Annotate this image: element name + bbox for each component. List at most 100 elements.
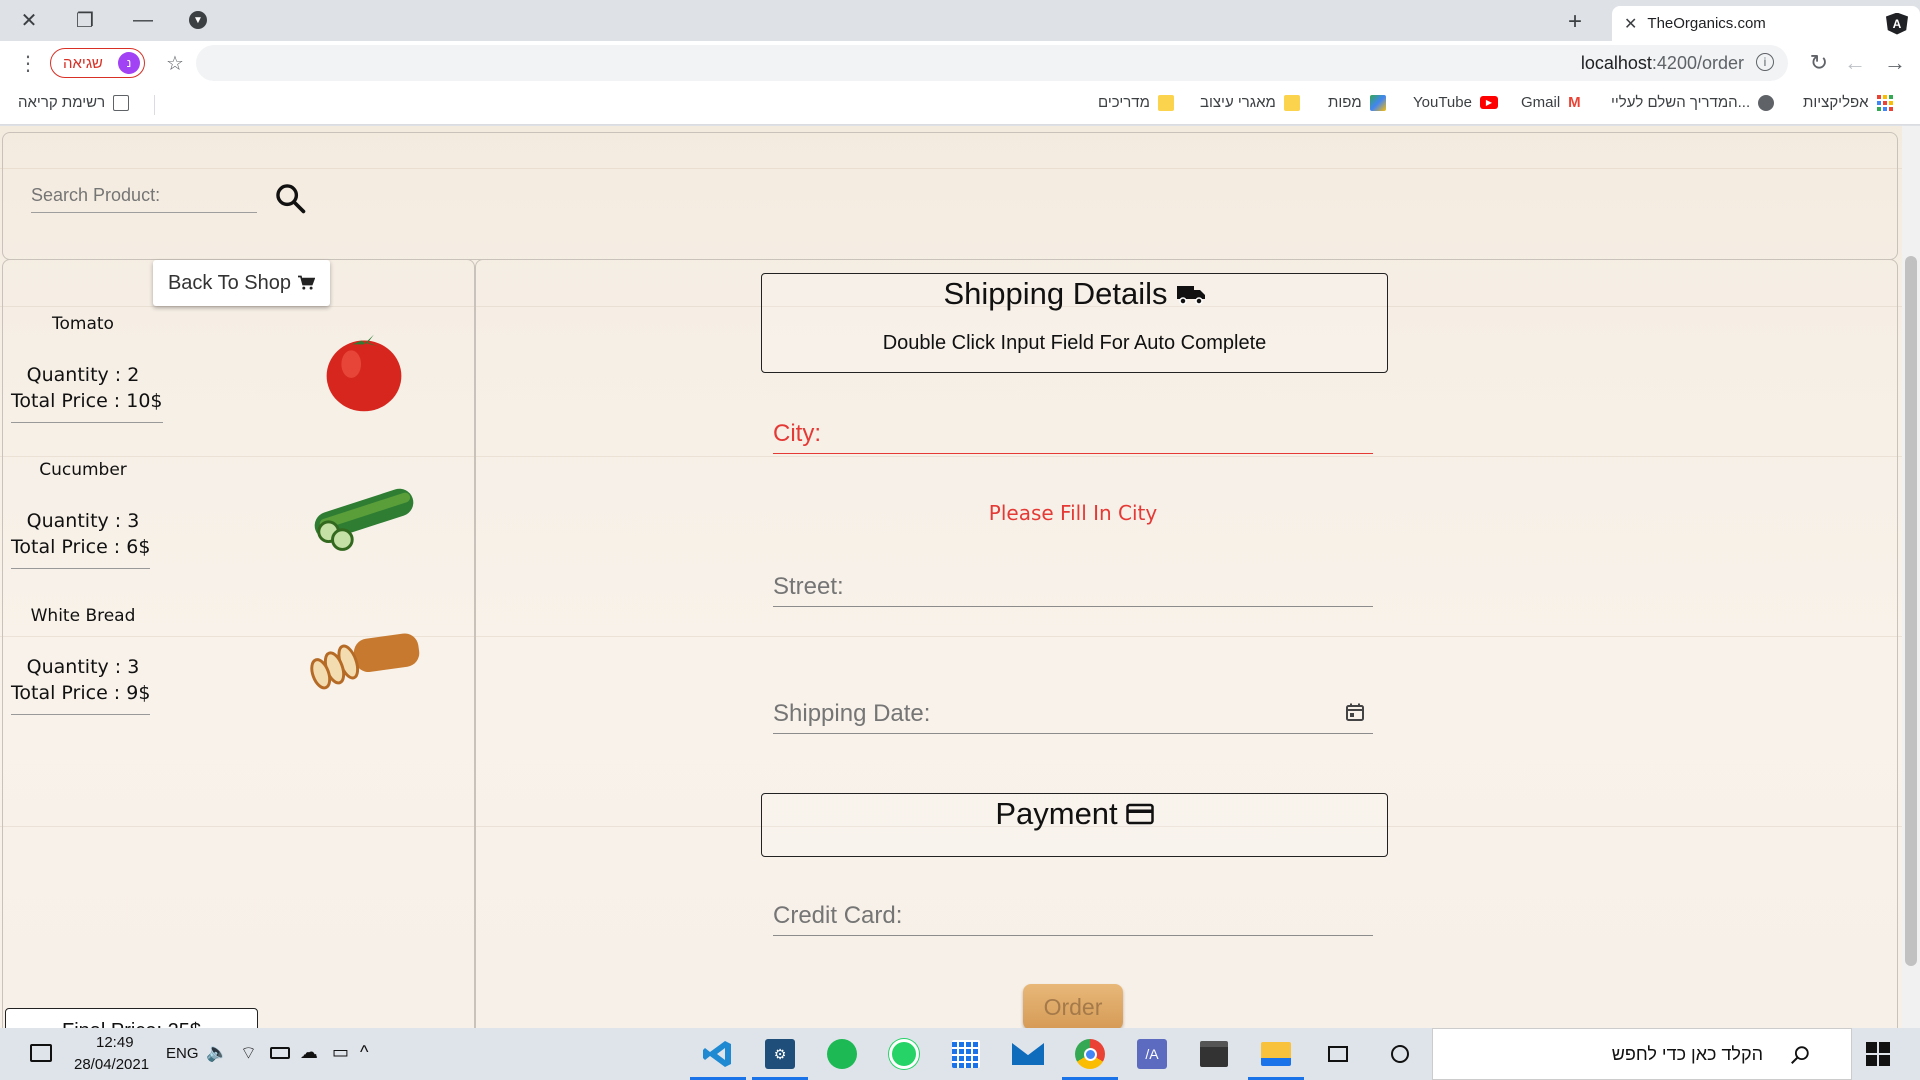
shipping-date-field[interactable]: Shipping Date: bbox=[773, 696, 1373, 734]
chrome-app-icon[interactable] bbox=[1062, 1034, 1118, 1080]
shipping-date-label: Shipping Date: bbox=[773, 700, 931, 727]
apps-bookmark[interactable]: אפליקציות bbox=[1803, 94, 1893, 111]
autocomplete-hint: Double Click Input Field For Auto Comple… bbox=[882, 332, 1267, 354]
menu-icon[interactable]: ⋮ bbox=[18, 51, 38, 76]
clock-date[interactable]: 28/04/2021 bbox=[74, 1056, 149, 1073]
city-field[interactable]: City: bbox=[773, 416, 1373, 454]
shipping-header: Shipping Details Double Click Input Fiel… bbox=[761, 273, 1388, 373]
payment-header: Payment bbox=[761, 793, 1388, 857]
youtube-label: YouTube bbox=[1413, 94, 1472, 111]
taskbar-search-box[interactable]: הקלד כאן כדי לחפש bbox=[1432, 1028, 1852, 1080]
youtube-bookmark[interactable]: YouTube ▶ bbox=[1413, 94, 1498, 111]
order-button[interactable]: Order bbox=[1023, 984, 1123, 1028]
cart-item: Cucumber Quantity : 3 Total Price : 6$ bbox=[11, 460, 481, 600]
ssms-app-icon[interactable]: ⚙ bbox=[752, 1034, 808, 1080]
item-quantity: Quantity : 2 bbox=[26, 364, 140, 386]
chevron-up-icon[interactable]: ^ bbox=[360, 1042, 368, 1063]
back-icon[interactable]: → bbox=[1884, 50, 1906, 76]
credit-card-label: Credit Card: bbox=[773, 902, 903, 929]
reading-list-icon bbox=[113, 94, 130, 111]
reading-list-label: רשימת קריאה bbox=[18, 94, 106, 111]
file-explorer-app-icon[interactable] bbox=[1248, 1034, 1304, 1080]
apps-grid-icon bbox=[1876, 94, 1893, 111]
angular-favicon-icon: A bbox=[1886, 12, 1908, 35]
credit-card-field[interactable]: Credit Card: bbox=[773, 898, 1373, 936]
site-info-icon[interactable]: i bbox=[1756, 53, 1774, 71]
design-bookmark[interactable]: מאגרי עיצוב bbox=[1200, 94, 1300, 111]
close-tab-icon[interactable]: ✕ bbox=[1624, 14, 1637, 34]
whatsapp-app-icon[interactable] bbox=[884, 1034, 924, 1074]
guides-bookmark[interactable]: מדריכים bbox=[1098, 94, 1174, 111]
url-host: localhost bbox=[1580, 53, 1652, 73]
tab-title: TheOrganics.com bbox=[1647, 15, 1766, 32]
guide-bookmark[interactable]: המדריך השלם לעליי... bbox=[1611, 94, 1775, 111]
order-page: Search Product: Back To Shop Tomato Quan… bbox=[0, 126, 1902, 1028]
calendar-icon[interactable] bbox=[1345, 702, 1365, 722]
cortana-icon[interactable] bbox=[1380, 1034, 1420, 1074]
gmail-bookmark[interactable]: Gmail M bbox=[1521, 94, 1581, 111]
cucumber-image bbox=[314, 488, 414, 551]
language-indicator[interactable]: ENG bbox=[166, 1045, 199, 1062]
page-scrollbar[interactable] bbox=[1902, 126, 1920, 1028]
error-label: שגיאה bbox=[63, 54, 103, 72]
meet-icon[interactable]: ▭ bbox=[332, 1042, 349, 1063]
gmail-icon: M bbox=[1568, 94, 1581, 111]
store-app-icon[interactable] bbox=[1194, 1034, 1234, 1074]
guide-label: המדריך השלם לעליי... bbox=[1611, 94, 1751, 111]
cart-item: White Bread Quantity : 3 Total Price : 9… bbox=[11, 606, 481, 746]
mail-app-icon[interactable] bbox=[1008, 1034, 1048, 1074]
clock-time[interactable]: 12:49 bbox=[96, 1034, 134, 1051]
bookmark-star-icon[interactable]: ☆ bbox=[166, 51, 184, 76]
tab-search-icon[interactable]: ▼ bbox=[183, 6, 213, 34]
task-view-icon[interactable] bbox=[1318, 1034, 1358, 1074]
restore-window-icon[interactable]: ❐ bbox=[70, 6, 100, 34]
notifications-icon[interactable] bbox=[30, 1044, 52, 1062]
forward-icon[interactable]: ← bbox=[1844, 50, 1866, 76]
windows-start-icon[interactable] bbox=[1866, 1042, 1890, 1066]
spotify-app-icon[interactable] bbox=[822, 1034, 862, 1074]
back-to-shop-label: Back To Shop bbox=[167, 271, 292, 294]
url-text[interactable]: localhost:4200/order bbox=[1581, 53, 1744, 74]
final-price: Final Price: 25$ bbox=[5, 1008, 258, 1028]
search-icon[interactable] bbox=[273, 181, 307, 215]
battery-icon[interactable] bbox=[270, 1047, 290, 1059]
volume-icon[interactable]: 🔈 bbox=[206, 1042, 228, 1063]
cart-icon bbox=[298, 275, 316, 290]
scrollbar-thumb[interactable] bbox=[1905, 256, 1917, 966]
new-tab-button[interactable]: + bbox=[1568, 8, 1582, 36]
calendar-app-icon[interactable] bbox=[946, 1034, 986, 1074]
street-field[interactable]: Street: bbox=[773, 569, 1373, 607]
gmail-label: Gmail bbox=[1521, 94, 1561, 111]
omnibox[interactable] bbox=[196, 45, 1788, 81]
item-total: Total Price : 6$ bbox=[11, 536, 151, 569]
back-to-shop-button[interactable]: Back To Shop bbox=[153, 260, 330, 306]
youtube-icon: ▶ bbox=[1479, 96, 1498, 109]
street-label: Street: bbox=[773, 573, 844, 600]
avatar: נ bbox=[118, 52, 140, 74]
maps-label: מפות bbox=[1328, 94, 1362, 111]
reading-list-bookmark[interactable]: רשימת קריאה bbox=[18, 94, 130, 111]
folder-icon bbox=[1283, 94, 1300, 111]
bookmarks-bar: רשימת קריאה מדריכים מאגרי עיצוב מפות You… bbox=[0, 85, 1920, 125]
cart-item: Tomato Quantity : 2 Total Price : 10$ bbox=[11, 314, 481, 454]
minimize-window-icon[interactable]: — bbox=[128, 6, 158, 34]
wifi-icon[interactable]: ⌔ bbox=[240, 1042, 257, 1065]
onedrive-icon[interactable]: ☁ bbox=[300, 1042, 318, 1063]
design-label: מאגרי עיצוב bbox=[1200, 94, 1276, 111]
reload-icon[interactable]: ↻ bbox=[1810, 50, 1828, 76]
search-header: Search Product: bbox=[2, 132, 1898, 260]
bread-image bbox=[310, 633, 420, 690]
search-input[interactable]: Search Product: bbox=[31, 185, 257, 213]
item-quantity: Quantity : 3 bbox=[26, 510, 140, 532]
tomato-image bbox=[326, 332, 402, 412]
maps-bookmark[interactable]: מפות bbox=[1328, 94, 1386, 111]
close-window-icon[interactable]: ✕ bbox=[14, 6, 44, 34]
browser-tab[interactable]: ✕ TheOrganics.com A bbox=[1612, 6, 1920, 41]
vscode-app-icon[interactable] bbox=[690, 1034, 746, 1080]
profile-error-button[interactable]: שגיאה נ bbox=[50, 48, 145, 78]
vs-app-icon[interactable]: /A bbox=[1132, 1034, 1172, 1074]
city-error: Please Fill In City bbox=[988, 501, 1158, 525]
credit-card-icon bbox=[1125, 803, 1154, 825]
cart-panel: Back To Shop Tomato Quantity : 2 Total P… bbox=[2, 259, 475, 1028]
taskbar-search-placeholder: הקלד כאן כדי לחפש bbox=[1611, 1044, 1763, 1064]
